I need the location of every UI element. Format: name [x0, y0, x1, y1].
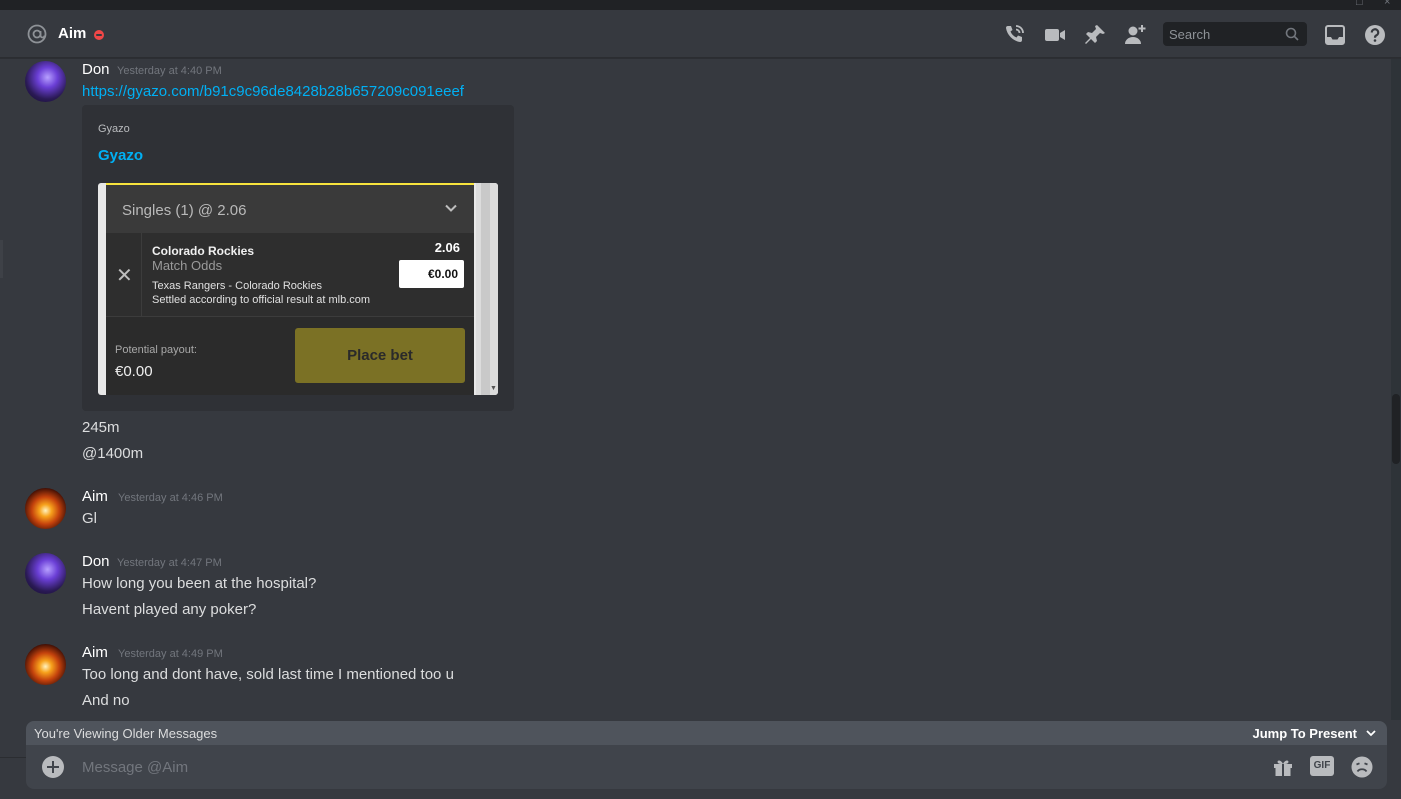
- message-list[interactable]: Don Yesterday at 4:40 PM https://gyazo.c…: [0, 59, 1391, 719]
- author-name[interactable]: Aim: [82, 488, 108, 505]
- timestamp: Yesterday at 4:40 PM: [117, 65, 222, 77]
- payout-label: Potential payout:: [115, 344, 197, 356]
- payout-value: €0.00: [115, 363, 153, 380]
- scrollbar-thumb[interactable]: [1392, 394, 1400, 464]
- channel-title: Aim: [58, 25, 87, 42]
- scroll-down-arrow-icon: ▼: [490, 385, 497, 392]
- odds-value: 2.06: [434, 240, 460, 255]
- video-call-icon[interactable]: [1043, 23, 1067, 47]
- avatar[interactable]: [25, 488, 66, 529]
- market-name: Match Odds: [152, 258, 223, 273]
- maximize-icon[interactable]: □: [1356, 0, 1366, 8]
- embed-provider: Gyazo: [98, 123, 130, 135]
- embed-title[interactable]: Gyazo: [98, 147, 143, 164]
- author-name[interactable]: Aim: [82, 644, 108, 661]
- older-messages-label: You're Viewing Older Messages: [34, 726, 218, 741]
- emoji-icon[interactable]: [1350, 755, 1374, 779]
- pin-icon[interactable]: [1083, 23, 1107, 47]
- link-embed: Gyazo Gyazo Singles (1) @ 2.06 ✕ Colorad…: [82, 105, 514, 411]
- message-text: How long you been at the hospital?: [82, 575, 317, 592]
- message-text: 245m: [82, 419, 120, 436]
- message-text: https://gyazo.com/b91c9c96de8428b28b6572…: [82, 83, 464, 100]
- embed-image[interactable]: Singles (1) @ 2.06 ✕ Colorado Rockies Ma…: [98, 183, 498, 395]
- upload-plus-icon[interactable]: [42, 756, 64, 778]
- image-scrollbar: [476, 183, 498, 395]
- message-text: Gl: [82, 510, 97, 527]
- stake-field: €0.00: [399, 260, 464, 288]
- message-scrollbar[interactable]: [1391, 59, 1401, 720]
- author-name[interactable]: Don: [82, 553, 110, 570]
- channel-header: Aim: [0, 10, 1401, 58]
- betslip-selection: ✕ Colorado Rockies Match Odds Texas Rang…: [106, 233, 474, 317]
- older-messages-bar[interactable]: You're Viewing Older Messages Jump To Pr…: [26, 721, 1387, 745]
- place-bet-button: Place bet: [295, 328, 465, 383]
- search-input[interactable]: [1163, 22, 1273, 46]
- help-icon[interactable]: [1363, 23, 1387, 47]
- timestamp: Yesterday at 4:47 PM: [117, 557, 222, 569]
- timestamp: Yesterday at 4:46 PM: [118, 492, 223, 504]
- chevron-down-icon: [445, 204, 457, 212]
- selection-name: Colorado Rockies: [152, 244, 255, 258]
- event-name: Texas Rangers - Colorado Rockies: [152, 280, 322, 292]
- do-not-disturb-status-icon: [94, 30, 104, 40]
- search-box[interactable]: [1163, 22, 1307, 46]
- message-text: @1400m: [82, 445, 144, 462]
- message-text: Havent played any poker?: [82, 601, 257, 618]
- search-icon: [1285, 27, 1299, 41]
- betslip-header: Singles (1) @ 2.06: [106, 185, 474, 233]
- gift-icon[interactable]: [1271, 755, 1295, 779]
- settlement-note: Settled according to official result at …: [152, 294, 371, 306]
- message-text: And no: [82, 692, 130, 709]
- gif-picker-button[interactable]: GIF: [1310, 756, 1334, 776]
- message-composer: GIF: [26, 745, 1387, 789]
- message-input[interactable]: [76, 753, 1226, 781]
- message-link[interactable]: https://gyazo.com/b91c9c96de8428b28b6572…: [82, 83, 464, 100]
- jump-to-present-button[interactable]: Jump To Present: [1252, 726, 1357, 741]
- phone-call-icon[interactable]: [1002, 23, 1026, 47]
- close-icon: ✕: [116, 265, 133, 287]
- avatar[interactable]: [25, 61, 66, 102]
- avatar[interactable]: [25, 644, 66, 685]
- betslip-heading: Singles (1) @ 2.06: [122, 202, 247, 219]
- inbox-icon[interactable]: [1323, 23, 1347, 47]
- timestamp: Yesterday at 4:49 PM: [118, 648, 223, 660]
- add-friend-icon[interactable]: [1123, 23, 1147, 47]
- window-titlebar: □ ×: [0, 0, 1401, 10]
- author-name[interactable]: Don: [82, 61, 110, 78]
- chevron-down-icon[interactable]: [1365, 727, 1377, 739]
- remove-selection: ✕: [106, 233, 142, 317]
- message-text: Too long and dont have, sold last time I…: [82, 666, 454, 683]
- avatar[interactable]: [25, 553, 66, 594]
- at-icon: [27, 24, 47, 44]
- close-window-icon[interactable]: ×: [1384, 0, 1394, 8]
- divider: [0, 757, 26, 758]
